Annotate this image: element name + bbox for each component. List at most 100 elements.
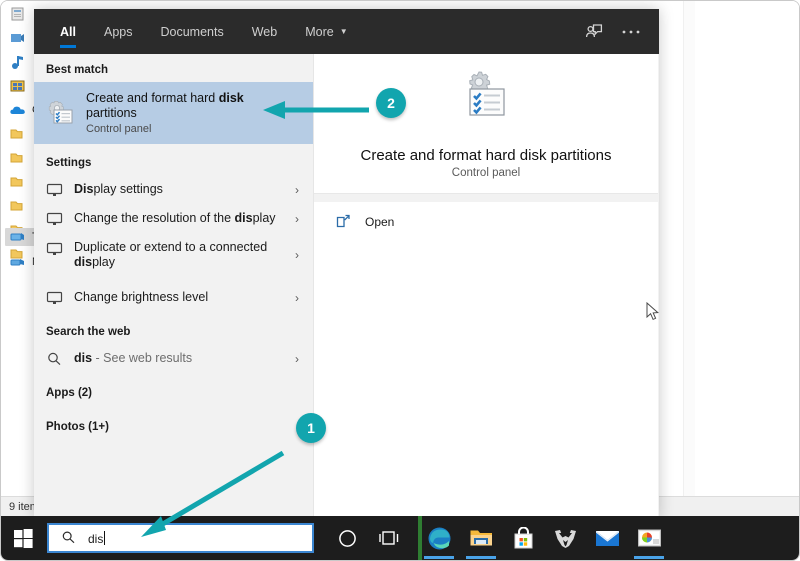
control-panel-disk-icon: [46, 98, 76, 128]
nav-item-pictures[interactable]: [9, 77, 26, 95]
res-prefix: Duplicate or extend to a connected: [74, 240, 267, 254]
file-explorer-icon[interactable]: [460, 516, 502, 560]
control-panel-disk-icon: [457, 69, 515, 132]
res-bold: dis: [74, 255, 92, 269]
search-icon: [61, 530, 78, 546]
photos-icon[interactable]: [628, 516, 670, 560]
bm-prefix: Create and format hard: [86, 91, 219, 105]
tab-more[interactable]: More ▼: [291, 9, 361, 54]
mail-icon[interactable]: [586, 516, 628, 560]
res-suffix: play: [253, 211, 276, 225]
monitor-icon: [46, 211, 63, 227]
tab-label: All: [60, 25, 76, 39]
chevron-right-icon: ›: [295, 212, 299, 226]
preview-title: Create and format hard disk partitions: [361, 147, 612, 164]
tab-documents[interactable]: Documents: [146, 9, 237, 54]
feedback-person-icon[interactable]: [585, 23, 603, 41]
search-tabs-header: All Apps Documents Web More ▼: [34, 9, 659, 54]
tab-label: Documents: [160, 25, 223, 39]
result-display-settings[interactable]: Display settings ›: [34, 175, 313, 204]
cortana-circle-icon[interactable]: [326, 516, 368, 560]
result-label: Change the resolution of the display: [74, 211, 276, 226]
bm-suffix: partitions: [86, 106, 137, 120]
chevron-right-icon: ›: [295, 352, 299, 366]
search-header-actions: [585, 9, 645, 54]
windows-start-icon[interactable]: [1, 516, 45, 560]
tab-apps[interactable]: Apps: [90, 9, 147, 54]
res-suffix: play settings: [93, 182, 162, 196]
best-match-subtitle: Control panel: [86, 123, 276, 135]
best-match-text: Create and format hard disk partitions C…: [86, 91, 276, 135]
result-web-search[interactable]: dis - See web results ›: [34, 344, 313, 373]
monitor-icon: [46, 241, 63, 257]
onedrive-cloud-icon: [9, 102, 26, 118]
search-preview-pane: Create and format hard disk partitions C…: [314, 54, 658, 518]
apps-section-label: Apps (2): [34, 373, 313, 405]
nav-item-videos[interactable]: [9, 29, 26, 47]
microsoft-store-icon[interactable]: [502, 516, 544, 560]
res-prefix: Change the resolution of the: [74, 211, 235, 225]
folder-icon: [9, 198, 26, 214]
res-bold: Dis: [74, 182, 93, 196]
tab-all[interactable]: All: [46, 9, 90, 54]
photos-section-label: Photos (1+): [34, 405, 313, 439]
preview-actions: Open: [314, 202, 658, 246]
result-change-resolution[interactable]: Change the resolution of the display ›: [34, 204, 313, 233]
search-icon: [46, 351, 63, 367]
nav-item-folder[interactable]: [9, 125, 26, 143]
taskbar: dis: [1, 516, 800, 560]
tab-label: Apps: [104, 25, 133, 39]
settings-section-label: Settings: [34, 144, 313, 175]
open-action[interactable]: Open: [314, 202, 658, 230]
preview-subtitle: Control panel: [452, 167, 520, 179]
text-cursor: [104, 531, 105, 545]
taskbar-search-input[interactable]: dis: [47, 523, 314, 553]
result-label: dis - See web results: [74, 351, 192, 366]
edge-icon[interactable]: [418, 516, 460, 560]
pictures-icon: [9, 78, 26, 94]
chevron-right-icon: ›: [295, 183, 299, 197]
annotation-badge-1: 1: [296, 413, 326, 443]
music-icon: [9, 54, 26, 70]
res-suffix: play: [92, 255, 115, 269]
bm-bold: disk: [219, 91, 244, 105]
folder-icon: [9, 126, 26, 142]
windows-search-flyout: All Apps Documents Web More ▼: [34, 9, 659, 518]
best-match-section-label: Best match: [34, 54, 313, 82]
task-view-icon[interactable]: [368, 516, 410, 560]
nav-item-folder[interactable]: [9, 197, 26, 215]
chevron-right-icon: ›: [295, 248, 299, 262]
screenshot-frame: C: [0, 0, 800, 561]
result-change-brightness[interactable]: Change brightness level ›: [34, 283, 313, 312]
search-input-value: dis: [88, 531, 105, 546]
preview-empty-area: [314, 246, 658, 518]
nav-item-folder[interactable]: [9, 149, 26, 167]
video-icon: [9, 30, 26, 46]
open-external-icon: [336, 214, 353, 230]
nav-item-folder[interactable]: [9, 173, 26, 191]
ellipsis-icon[interactable]: [621, 29, 641, 35]
result-duplicate-extend[interactable]: Duplicate or extend to a connected displ…: [34, 233, 313, 277]
chevron-down-icon: ▼: [340, 27, 348, 36]
best-match-result[interactable]: Create and format hard disk partitions C…: [34, 82, 313, 144]
folder-icon: [9, 174, 26, 190]
result-label: Display settings: [74, 182, 163, 197]
monitor-icon: [46, 290, 63, 306]
document-icon: [9, 6, 26, 22]
nav-item-music[interactable]: [9, 53, 26, 71]
folder-icon: [9, 150, 26, 166]
web-section-label: Search the web: [34, 312, 313, 344]
tab-web[interactable]: Web: [238, 9, 291, 54]
annotation-badge-2: 2: [376, 88, 406, 118]
best-match-title: Create and format hard disk partitions: [86, 91, 276, 121]
nav-item-documents[interactable]: [9, 5, 26, 23]
res-bold: dis: [235, 211, 253, 225]
predator-icon[interactable]: [544, 516, 586, 560]
result-label: Duplicate or extend to a connected displ…: [74, 240, 269, 270]
file-explorer-scrollbar[interactable]: [683, 1, 695, 496]
web-suffix: - See web results: [92, 351, 192, 365]
search-body: Best match: [34, 54, 659, 518]
tab-label: More: [305, 25, 333, 39]
tab-label: Web: [252, 25, 277, 39]
res-prefix: Change brightness level: [74, 290, 208, 304]
